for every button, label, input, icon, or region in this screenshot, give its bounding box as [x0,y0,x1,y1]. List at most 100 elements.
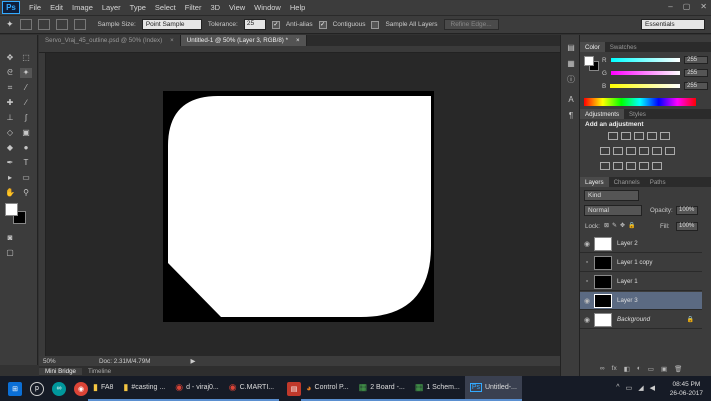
new-layer-icon[interactable]: ▣ [661,365,667,373]
layer-row-layer-1[interactable]: ▫ Layer 1 [580,273,702,291]
menu-help[interactable]: Help [290,3,305,12]
marquee-tool-icon[interactable]: ⬚ [20,53,32,63]
vibrance-adjustment-icon[interactable] [660,132,670,140]
status-menu-arrow-icon[interactable]: ▶ [190,358,195,365]
taskbar-item-fa8[interactable]: ▮ FA8 [88,376,119,401]
tab-color[interactable]: Color [580,42,605,52]
taskbar-item-photoshop[interactable]: Ps Untitled-... [464,376,522,401]
visibility-eye-icon[interactable]: ◉ [580,240,594,248]
tab-servo-document[interactable]: Servo_Vraj_45_outline.psd @ 50% (Index) … [39,35,181,46]
red-slider[interactable] [610,58,681,62]
color-spectrum[interactable] [584,98,696,106]
blur-tool-icon[interactable]: ◆ [4,143,16,153]
windows-start-icon[interactable]: ⊞ [8,381,22,396]
close-button[interactable]: ✕ [700,2,707,11]
posterize-adjustment-icon[interactable] [613,162,623,170]
gradient-map-adjustment-icon[interactable] [639,162,649,170]
red-value[interactable]: 255 [684,56,708,64]
green-value[interactable]: 255 [684,69,708,77]
menu-image[interactable]: Image [72,3,93,12]
battery-icon[interactable]: ▭ [626,384,633,392]
taskbar-item-control-panel[interactable]: ◕ Control P... [301,376,354,401]
gradient-tool-icon[interactable]: ▣ [20,128,32,138]
maximize-button[interactable]: ▢ [683,2,691,11]
anti-alias-checkbox[interactable]: ✓ [271,20,280,29]
zoom-level[interactable]: 50% [39,358,59,365]
layer-row-layer-3[interactable]: ◉ Layer 3 [580,292,702,310]
pdf-reader-icon[interactable]: ▤ [287,381,302,396]
foreground-color-swatch[interactable] [5,203,18,216]
taskbar-item-chrome-viraj[interactable]: ◉ d - viraj0... [170,376,224,401]
magic-wand-icon[interactable]: ✦ [20,68,32,78]
network-icon[interactable]: ◢ [638,384,643,392]
exposure-adjustment-icon[interactable] [647,132,657,140]
menu-window[interactable]: Window [254,3,281,12]
green-slider[interactable] [610,71,681,75]
crop-tool-icon[interactable]: ⌗ [4,83,16,93]
threshold-adjustment-icon[interactable] [626,162,636,170]
taskbar-item-board-2[interactable]: ▦ 2 Board -... [353,376,410,401]
info-panel-icon[interactable]: ⓘ [565,75,577,85]
visibility-eye-icon[interactable]: ◉ [580,316,594,324]
visibility-off-icon[interactable]: ▫ [580,259,594,266]
levels-adjustment-icon[interactable] [621,132,631,140]
lasso-tool-icon[interactable]: ᘓ [4,68,16,78]
healing-brush-icon[interactable]: ✚ [4,98,16,108]
quick-mask-icon[interactable]: ◙ [4,233,16,243]
new-selection-icon[interactable] [19,19,32,30]
layer-row-layer-2[interactable]: ◉ Layer 2 [580,235,702,253]
history-panel-icon[interactable]: ▤ [565,43,577,53]
tab-mini-bridge[interactable]: Mini Bridge [39,367,82,375]
brightness-adjustment-icon[interactable] [608,132,618,140]
volume-icon[interactable]: ◀ [650,384,655,392]
path-selection-icon[interactable]: ▸ [4,173,16,183]
color-balance-adjustment-icon[interactable] [613,147,623,155]
move-tool-icon[interactable]: ✥ [4,53,16,63]
sample-size-select[interactable]: Point Sample [141,19,202,30]
invert-adjustment-icon[interactable] [600,162,610,170]
curves-adjustment-icon[interactable] [634,132,644,140]
menu-type[interactable]: Type [130,3,146,12]
opacity-input[interactable]: 100% [676,206,698,215]
taskbar-clock[interactable]: 08:45 PM 26-06-2017 [670,380,703,398]
hand-tool-icon[interactable]: ✋ [4,188,16,198]
blue-slider[interactable] [610,84,681,88]
zoom-tool-icon[interactable]: ⚲ [20,188,32,198]
tab-styles[interactable]: Styles [624,109,651,119]
layer-row-background[interactable]: ◉ Background 🔒 [580,311,702,329]
tab-channels[interactable]: Channels [609,177,645,187]
contiguous-checkbox[interactable]: ✓ [318,20,327,29]
intersect-selection-icon[interactable] [73,19,86,30]
layer-kind-filter[interactable]: Kind [584,190,639,201]
chrome-icon[interactable]: ◉ [74,381,88,396]
refine-edge-button[interactable]: Refine Edge... [443,19,499,30]
black-white-adjustment-icon[interactable] [626,147,636,155]
channel-mixer-adjustment-icon[interactable] [652,147,662,155]
visibility-off-icon[interactable]: ▫ [580,278,594,285]
color-lookup-adjustment-icon[interactable] [665,147,675,155]
clone-stamp-icon[interactable]: ⊥ [4,113,16,123]
new-adjustment-icon[interactable]: ◐ [637,365,641,373]
tab-swatches[interactable]: Swatches [605,42,642,52]
properties-panel-icon[interactable]: ▦ [565,59,577,69]
brush-tool-icon[interactable]: ∕ [20,98,32,108]
history-brush-icon[interactable]: ∫ [20,113,32,123]
pinned-app-icon[interactable]: p [30,381,44,396]
sample-all-layers-checkbox[interactable] [371,20,380,29]
link-layers-icon[interactable]: ∞ [600,365,605,373]
layer-style-icon[interactable]: fx [612,365,617,373]
tab-untitled-document[interactable]: Untitled-1 @ 50% (Layer 3, RGB/8) * × [180,35,307,46]
taskbar-item-schematic-1[interactable]: ▦ 1 Schem... [409,376,465,401]
arduino-icon[interactable]: ∞ [52,381,66,396]
delete-layer-icon[interactable]: 🗑 [674,365,682,373]
blue-value[interactable]: 255 [684,82,708,90]
screen-mode-icon[interactable]: ▢ [4,248,16,258]
photo-filter-adjustment-icon[interactable] [639,147,649,155]
rectangle-tool-icon[interactable]: ▭ [20,173,32,183]
menu-file[interactable]: File [29,3,41,12]
tab-paths[interactable]: Paths [645,177,671,187]
blend-mode-select[interactable]: Normal [584,205,642,216]
taskbar-item-casting[interactable]: ▮ #casting ... [118,376,171,401]
menu-select[interactable]: Select [155,3,176,12]
lock-options-icon[interactable]: ⊠✎✥🔒 [604,222,639,229]
